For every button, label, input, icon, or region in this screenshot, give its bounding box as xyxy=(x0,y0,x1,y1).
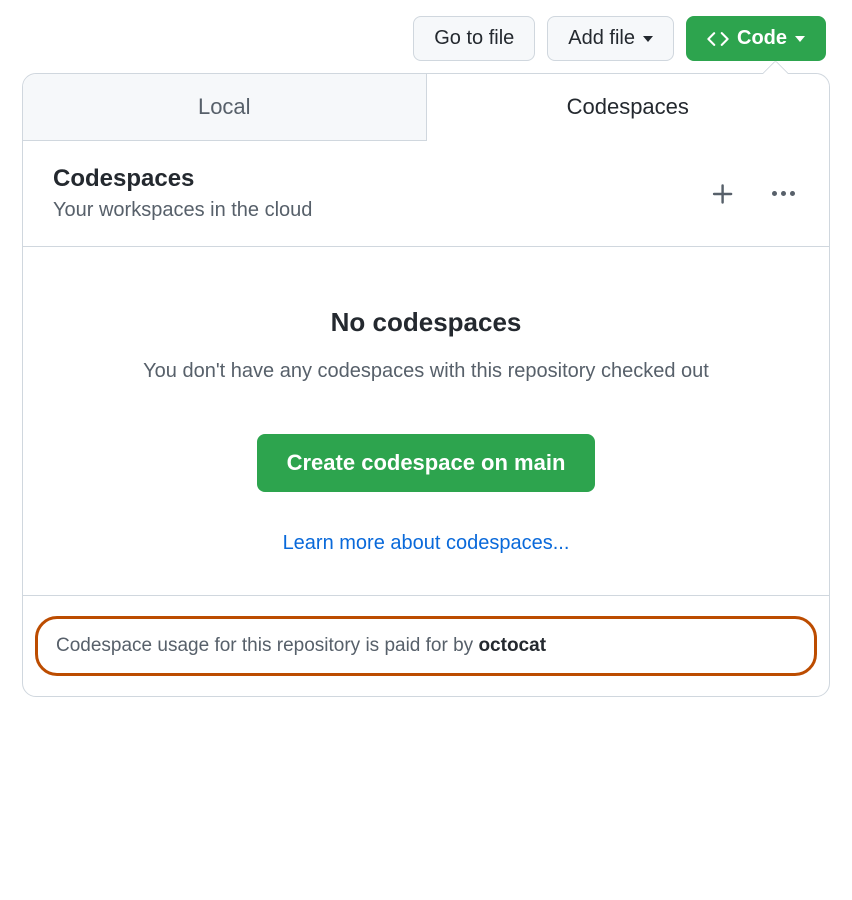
plus-icon xyxy=(710,181,736,207)
code-popover: Local Codespaces Codespaces Your workspa… xyxy=(22,73,830,697)
create-codespace-icon-button[interactable] xyxy=(706,177,740,211)
tab-codespaces[interactable]: Codespaces xyxy=(427,74,830,141)
empty-state: No codespaces You don't have any codespa… xyxy=(23,247,829,595)
popover-footer: Codespace usage for this repository is p… xyxy=(23,595,829,696)
empty-description: You don't have any codespaces with this … xyxy=(63,356,789,386)
empty-title: No codespaces xyxy=(63,307,789,338)
codespaces-subtitle: Your workspaces in the cloud xyxy=(53,199,312,222)
tab-local-label: Local xyxy=(198,94,251,119)
add-file-label: Add file xyxy=(568,27,635,50)
usage-text: Codespace usage for this repository is p… xyxy=(56,635,478,656)
popover-tabs: Local Codespaces xyxy=(23,74,829,141)
chevron-down-icon xyxy=(643,36,653,42)
tab-codespaces-label: Codespaces xyxy=(567,94,689,119)
go-to-file-button[interactable]: Go to file xyxy=(413,16,535,61)
code-label: Code xyxy=(737,27,787,50)
tab-local[interactable]: Local xyxy=(23,74,427,140)
go-to-file-label: Go to file xyxy=(434,27,514,50)
codespaces-header-text: Codespaces Your workspaces in the cloud xyxy=(53,165,312,222)
create-codespace-label: Create codespace on main xyxy=(287,450,566,475)
kebab-icon xyxy=(772,191,795,196)
codespaces-header: Codespaces Your workspaces in the cloud xyxy=(23,141,829,247)
usage-payer: octocat xyxy=(478,635,546,656)
codespaces-header-actions xyxy=(706,177,799,211)
code-button[interactable]: Code xyxy=(686,16,826,61)
create-codespace-button[interactable]: Create codespace on main xyxy=(257,434,596,492)
codespace-options-button[interactable] xyxy=(768,187,799,200)
codespaces-title: Codespaces xyxy=(53,165,312,193)
add-file-button[interactable]: Add file xyxy=(547,16,674,61)
usage-notice: Codespace usage for this repository is p… xyxy=(35,616,817,676)
learn-more-label: Learn more about codespaces... xyxy=(283,532,570,554)
chevron-down-icon xyxy=(795,36,805,42)
toolbar: Go to file Add file Code xyxy=(16,16,836,73)
code-icon xyxy=(707,28,729,50)
learn-more-link[interactable]: Learn more about codespaces... xyxy=(283,532,570,554)
